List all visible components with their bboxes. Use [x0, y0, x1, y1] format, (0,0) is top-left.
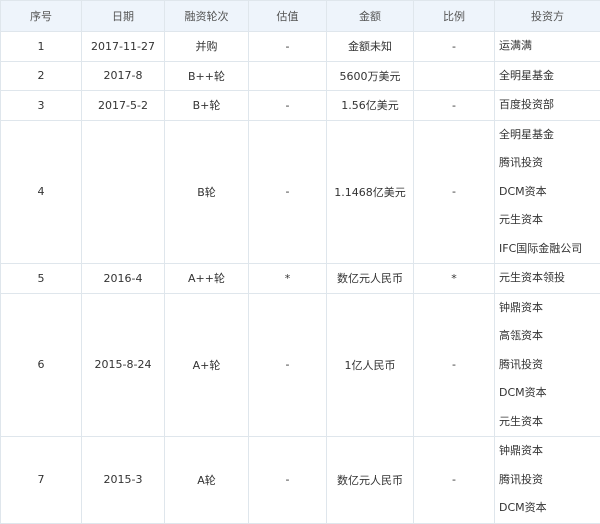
cell-round: A轮	[165, 437, 249, 524]
cell-date: 2015-3	[82, 437, 165, 524]
table-row: 52016-4A++轮*数亿元人民币*元生资本领投	[1, 264, 600, 294]
table-row: 22017-8B++轮 5600万美元 全明星基金	[1, 61, 600, 91]
header-valuation: 估值	[249, 1, 327, 32]
cell-no: 5	[1, 264, 82, 294]
cell-ratio: -	[414, 120, 495, 264]
cell-investors: 百度投资部	[495, 91, 600, 121]
cell-amount: 金额未知	[327, 32, 414, 62]
cell-valuation: -	[249, 91, 327, 121]
investor-item: 全明星基金	[499, 62, 600, 91]
cell-valuation: *	[249, 264, 327, 294]
cell-date: 2017-11-27	[82, 32, 165, 62]
table-row: 32017-5-2B+轮-1.56亿美元-百度投资部	[1, 91, 600, 121]
investor-item: DCM资本	[499, 494, 600, 523]
table-row: 62015-8-24A+轮-1亿人民币-钟鼎资本高瓴资本腾讯投资DCM资本元生资…	[1, 293, 600, 437]
investor-item: 高瓴资本	[499, 322, 600, 351]
investor-item: 元生资本	[499, 206, 600, 235]
cell-no: 1	[1, 32, 82, 62]
table-row: 12017-11-27并购-金额未知-运满满	[1, 32, 600, 62]
cell-no: 6	[1, 293, 82, 437]
cell-ratio: -	[414, 437, 495, 524]
cell-round: A+轮	[165, 293, 249, 437]
cell-date: 2016-4	[82, 264, 165, 294]
table-row: 4B轮-1.1468亿美元-全明星基金腾讯投资DCM资本元生资本IFC国际金融公…	[1, 120, 600, 264]
header-ratio: 比例	[414, 1, 495, 32]
header-investors: 投资方	[495, 1, 600, 32]
investor-item: 钟鼎资本	[499, 294, 600, 323]
investor-item: DCM资本	[499, 379, 600, 408]
cell-investors: 全明星基金	[495, 61, 600, 91]
cell-valuation: -	[249, 437, 327, 524]
cell-round: A++轮	[165, 264, 249, 294]
header-row: 序号 日期 融资轮次 估值 金额 比例 投资方	[1, 1, 600, 32]
cell-investors: 钟鼎资本高瓴资本腾讯投资DCM资本元生资本	[495, 293, 600, 437]
cell-date: 2015-8-24	[82, 293, 165, 437]
cell-ratio	[414, 61, 495, 91]
investor-item: 元生资本	[499, 408, 600, 437]
table-row: 72015-3A轮-数亿元人民币-钟鼎资本腾讯投资DCM资本	[1, 437, 600, 524]
cell-no: 7	[1, 437, 82, 524]
cell-amount: 数亿元人民币	[327, 264, 414, 294]
cell-date: 2017-5-2	[82, 91, 165, 121]
cell-date	[82, 120, 165, 264]
investor-item: 腾讯投资	[499, 351, 600, 380]
header-date: 日期	[82, 1, 165, 32]
investor-item: 元生资本领投	[499, 264, 600, 293]
table-body: 12017-11-27并购-金额未知-运满满22017-8B++轮5600万美元…	[1, 32, 600, 524]
investor-item: 钟鼎资本	[499, 437, 600, 466]
investor-item: 全明星基金	[499, 121, 600, 150]
cell-round: B+轮	[165, 91, 249, 121]
cell-valuation: -	[249, 293, 327, 437]
financing-table: 序号 日期 融资轮次 估值 金额 比例 投资方 12017-11-27并购-金额…	[0, 0, 600, 524]
cell-investors: 全明星基金腾讯投资DCM资本元生资本IFC国际金融公司	[495, 120, 600, 264]
cell-investors: 运满满	[495, 32, 600, 62]
cell-valuation: -	[249, 120, 327, 264]
table-header: 序号 日期 融资轮次 估值 金额 比例 投资方	[1, 1, 600, 32]
cell-amount: 数亿元人民币	[327, 437, 414, 524]
cell-valuation	[249, 61, 327, 91]
cell-ratio: *	[414, 264, 495, 294]
investor-item: 腾讯投资	[499, 149, 600, 178]
investor-item: 腾讯投资	[499, 466, 600, 495]
cell-ratio: -	[414, 91, 495, 121]
cell-amount: 1亿人民币	[327, 293, 414, 437]
cell-amount: 5600万美元	[327, 61, 414, 91]
cell-no: 2	[1, 61, 82, 91]
cell-ratio: -	[414, 32, 495, 62]
cell-ratio: -	[414, 293, 495, 437]
cell-investors: 元生资本领投	[495, 264, 600, 294]
cell-no: 4	[1, 120, 82, 264]
investor-item: DCM资本	[499, 178, 600, 207]
investor-item: 运满满	[499, 32, 600, 61]
investor-item: IFC国际金融公司	[499, 235, 600, 264]
cell-no: 3	[1, 91, 82, 121]
header-amount: 金额	[327, 1, 414, 32]
cell-investors: 钟鼎资本腾讯投资DCM资本	[495, 437, 600, 524]
cell-amount: 1.56亿美元	[327, 91, 414, 121]
cell-round: B轮	[165, 120, 249, 264]
investor-item: 百度投资部	[499, 91, 600, 120]
header-no: 序号	[1, 1, 82, 32]
cell-amount: 1.1468亿美元	[327, 120, 414, 264]
cell-round: B++轮	[165, 61, 249, 91]
cell-round: 并购	[165, 32, 249, 62]
header-round: 融资轮次	[165, 1, 249, 32]
cell-date: 2017-8	[82, 61, 165, 91]
cell-valuation: -	[249, 32, 327, 62]
